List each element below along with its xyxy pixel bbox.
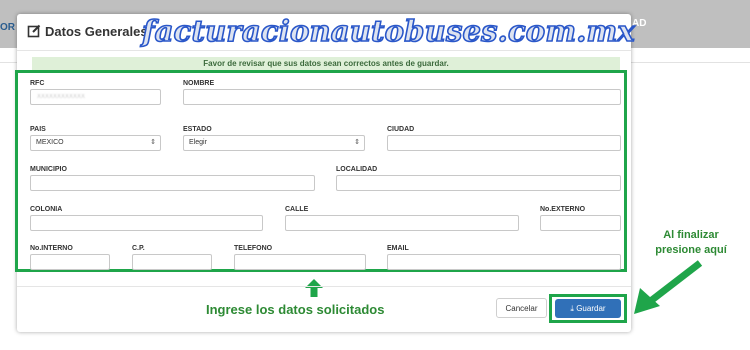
rfc-input[interactable]: XXXXXXXXXXXX: [30, 89, 161, 105]
modal-title: Datos Generales: [45, 24, 148, 39]
municipio-input[interactable]: [30, 175, 315, 191]
estado-value: Elegir: [189, 139, 207, 146]
ciudad-input[interactable]: [387, 135, 621, 151]
pais-value: MEXICO: [36, 139, 64, 146]
save-icon: ⤓: [570, 304, 574, 313]
no-externo-input[interactable]: [540, 215, 621, 231]
cancel-button[interactable]: Cancelar: [496, 298, 547, 318]
pais-label: PAIS: [30, 126, 46, 133]
arrow-down-left-icon: [634, 260, 703, 314]
background-nav-fragment: OR: [0, 22, 15, 33]
rfc-label: RFC: [30, 80, 45, 87]
cp-input[interactable]: [132, 254, 212, 270]
no-interno-label: No.INTERNO: [30, 245, 73, 252]
localidad-label: LOCALIDAD: [336, 166, 378, 173]
email-input[interactable]: [387, 254, 621, 270]
estado-select[interactable]: Elegir ⇕: [183, 135, 365, 151]
colonia-label: COLONIA: [30, 206, 63, 213]
estado-label: ESTADO: [183, 126, 212, 133]
nombre-label: NOMBRE: [183, 80, 215, 87]
save-button[interactable]: ⤓ Guardar: [555, 299, 621, 318]
colonia-input[interactable]: [30, 215, 263, 231]
save-button-label: Guardar: [576, 304, 606, 313]
select-caret-icon: ⇕: [354, 139, 360, 146]
rfc-value: XXXXXXXXXXXX: [37, 94, 86, 100]
pais-select[interactable]: MEXICO ⇕: [30, 135, 161, 151]
modal-footer-divider: [17, 286, 631, 287]
municipio-label: MUNICIPIO: [30, 166, 67, 173]
calle-input[interactable]: [285, 215, 519, 231]
cp-label: C.P.: [132, 245, 145, 252]
nombre-input[interactable]: [183, 89, 621, 105]
calle-label: CALLE: [285, 206, 309, 213]
arrow-up-icon: [305, 279, 323, 297]
telefono-label: TELEFONO: [234, 245, 273, 252]
email-label: EMAIL: [387, 245, 409, 252]
finish-hint-line1: Al finalizar: [663, 229, 719, 241]
no-externo-label: No.EXTERNO: [540, 206, 586, 213]
instruction-text: Ingrese los datos solicitados: [206, 302, 385, 317]
edit-icon: [27, 24, 41, 38]
select-caret-icon: ⇕: [150, 139, 156, 146]
notice-banner: Favor de revisar que sus datos sean corr…: [32, 57, 620, 70]
finish-hint: Al finalizar presione aquí: [632, 228, 750, 258]
telefono-input[interactable]: [234, 254, 366, 270]
ciudad-label: CIUDAD: [387, 126, 415, 133]
finish-hint-line2: presione aquí: [655, 244, 727, 256]
watermark-text: facturacionautobuses.com.mx: [141, 13, 635, 49]
localidad-input[interactable]: [336, 175, 621, 191]
no-interno-input[interactable]: [30, 254, 110, 270]
